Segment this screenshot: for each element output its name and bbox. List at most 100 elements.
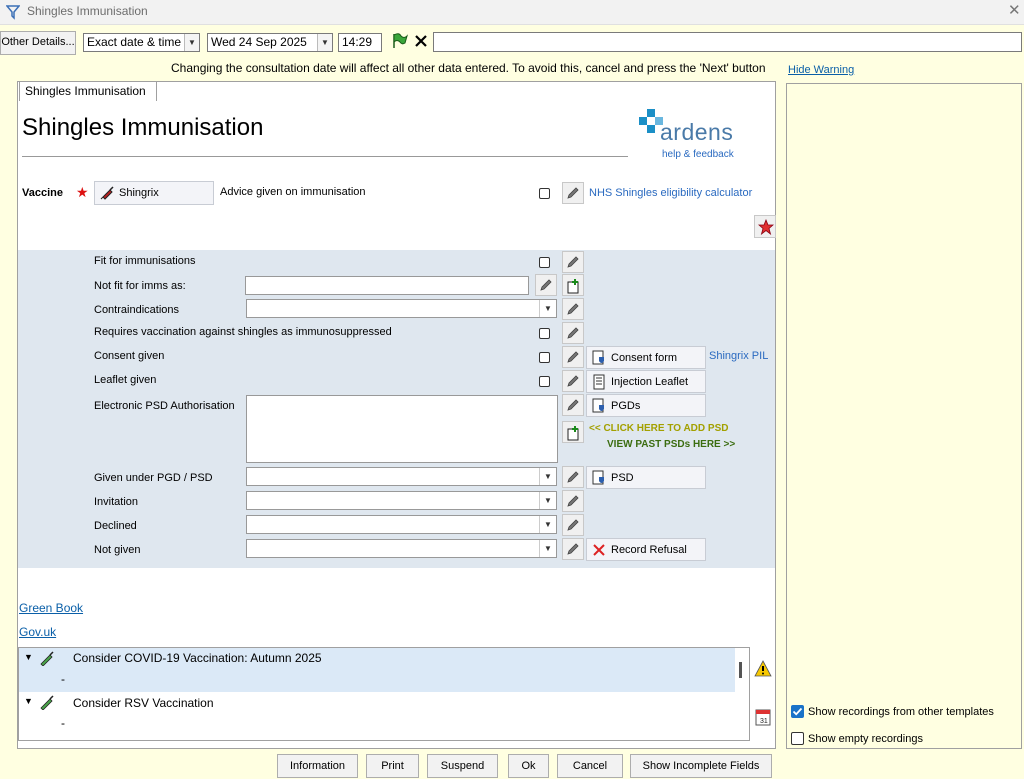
tab-shingles-immunisation[interactable]: Shingles Immunisation <box>19 81 157 101</box>
vaccine-syringe-icon <box>40 651 54 666</box>
vaccine-select-button[interactable]: Shingrix <box>94 181 214 205</box>
show-empty-label: Show empty recordings <box>808 733 923 745</box>
leaflet-edit-button[interactable] <box>562 370 584 392</box>
chevron-down-icon: ▼ <box>317 34 332 51</box>
show-empty-checkbox[interactable] <box>791 732 804 745</box>
print-button[interactable]: Print <box>366 754 419 778</box>
not-given-edit-button[interactable] <box>562 538 584 560</box>
hide-warning-link[interactable]: Hide Warning <box>788 64 854 76</box>
immunosuppressed-checkbox[interactable] <box>539 328 550 339</box>
ok-button[interactable]: Ok <box>508 754 549 778</box>
declined-select[interactable]: ▼ <box>246 515 557 534</box>
declined-edit-button[interactable] <box>562 514 584 536</box>
not-fit-label: Not fit for imms as: <box>94 280 186 292</box>
consent-form-label: Consent form <box>611 352 678 364</box>
invitation-label: Invitation <box>94 496 139 508</box>
show-other-checkbox[interactable] <box>791 705 804 718</box>
pencil-icon <box>567 187 579 199</box>
date-mode-select[interactable]: Exact date & time ▼ <box>83 33 200 52</box>
related-recalls-list[interactable]: ▼ Consider COVID-19 Vaccination: Autumn … <box>18 647 750 741</box>
page-title: Shingles Immunisation <box>22 114 264 141</box>
document-shield-icon <box>592 470 604 485</box>
star-icon <box>758 219 774 235</box>
date-picker[interactable]: Wed 24 Sep 2025 ▼ <box>207 33 333 52</box>
free-text-input[interactable] <box>433 32 1022 52</box>
title-bar: Shingles Immunisation ✕ <box>0 0 1024 25</box>
information-button[interactable]: Information <box>277 754 358 778</box>
pencil-icon <box>567 303 579 315</box>
pgds-button[interactable]: PGDs <box>586 394 706 417</box>
injection-leaflet-label: Injection Leaflet <box>611 376 689 388</box>
record-refusal-button[interactable]: Record Refusal <box>586 538 706 561</box>
injection-leaflet-button[interactable]: Injection Leaflet <box>586 370 706 393</box>
immunosuppressed-label: Requires vaccination against shingles as… <box>94 326 392 338</box>
show-other-label: Show recordings from other templates <box>808 706 994 718</box>
warning-icon[interactable] <box>754 660 772 678</box>
chevron-down-icon: ▼ <box>539 540 556 557</box>
not-given-select[interactable]: ▼ <box>246 539 557 558</box>
invitation-select[interactable]: ▼ <box>246 491 557 510</box>
view-past-psds-link[interactable]: VIEW PAST PSDs HERE >> <box>607 439 735 450</box>
suspend-button[interactable]: Suspend <box>427 754 498 778</box>
time-value: 14:29 <box>342 35 373 49</box>
given-under-label: Given under PGD / PSD <box>94 472 213 484</box>
gov-uk-link[interactable]: Gov.uk <box>19 625 56 639</box>
record-refusal-label: Record Refusal <box>611 544 687 556</box>
clear-icon[interactable] <box>413 33 429 49</box>
show-incomplete-button[interactable]: Show Incomplete Fields <box>630 754 772 778</box>
consent-checkbox[interactable] <box>539 352 550 363</box>
pencil-icon <box>567 327 579 339</box>
app-filter-icon <box>6 5 20 20</box>
calendar-icon[interactable]: 31 <box>755 708 771 726</box>
shingrix-pil-link[interactable]: Shingrix PIL <box>709 350 768 362</box>
pencil-icon <box>567 375 579 387</box>
not-fit-input[interactable] <box>245 276 529 295</box>
ardens-logo: ardens <box>660 119 734 145</box>
chevron-down-icon: ▼ <box>184 34 199 51</box>
contraindications-label: Contraindications <box>94 304 179 316</box>
consent-edit-button[interactable] <box>562 346 584 368</box>
collapse-arrow-icon[interactable]: ▼ <box>24 696 33 706</box>
leaflet-label: Leaflet given <box>94 374 157 386</box>
consent-form-button[interactable]: Consent form <box>586 346 706 369</box>
invitation-edit-button[interactable] <box>562 490 584 512</box>
eligibility-calculator-link[interactable]: NHS Shingles eligibility calculator <box>589 187 752 199</box>
syringe-icon <box>100 186 114 200</box>
vaccine-selected: Shingrix <box>119 187 159 199</box>
fit-edit-button[interactable] <box>562 251 584 273</box>
leaflet-checkbox[interactable] <box>539 376 550 387</box>
close-icon[interactable]: ✕ <box>1008 1 1021 19</box>
contraindications-select[interactable]: ▼ <box>246 299 557 318</box>
other-details-button[interactable]: Other Details... <box>0 31 76 55</box>
list-item[interactable]: ▼ Consider RSV Vaccination - <box>19 692 735 736</box>
collapse-arrow-icon[interactable]: ▼ <box>24 652 33 662</box>
psd-auth-edit-button[interactable] <box>562 394 584 416</box>
add-psd-link[interactable]: << CLICK HERE TO ADD PSD <box>589 423 728 434</box>
cancel-button[interactable]: Cancel <box>557 754 623 778</box>
immunosuppressed-edit-button[interactable] <box>562 322 584 344</box>
green-book-link[interactable]: Green Book <box>19 601 83 615</box>
pencil-icon <box>567 495 579 507</box>
advice-edit-button[interactable] <box>562 182 584 204</box>
chevron-down-icon: ▼ <box>539 492 556 509</box>
advice-checkbox[interactable] <box>539 188 550 199</box>
time-input[interactable]: 14:29 <box>338 33 382 52</box>
help-feedback-link[interactable]: help & feedback <box>662 149 734 160</box>
add-psd-button[interactable] <box>562 421 584 443</box>
check-icon <box>792 707 803 716</box>
psd-button[interactable]: PSD <box>586 466 706 489</box>
list-item[interactable]: ▼ Consider COVID-19 Vaccination: Autumn … <box>19 648 735 692</box>
contraindications-edit-button[interactable] <box>562 298 584 320</box>
flag-icon[interactable] <box>391 32 409 50</box>
list-scrollbar[interactable] <box>739 662 742 678</box>
fit-checkbox[interactable] <box>539 257 550 268</box>
not-fit-edit-button[interactable] <box>535 274 557 296</box>
given-under-edit-button[interactable] <box>562 466 584 488</box>
add-document-icon <box>567 279 579 294</box>
favourite-button[interactable] <box>754 215 776 238</box>
list-item-sub: - <box>61 716 65 730</box>
not-fit-add-button[interactable] <box>562 274 584 296</box>
psd-auth-textarea[interactable] <box>246 395 558 463</box>
given-under-select[interactable]: ▼ <box>246 467 557 486</box>
svg-text:31: 31 <box>760 718 768 725</box>
